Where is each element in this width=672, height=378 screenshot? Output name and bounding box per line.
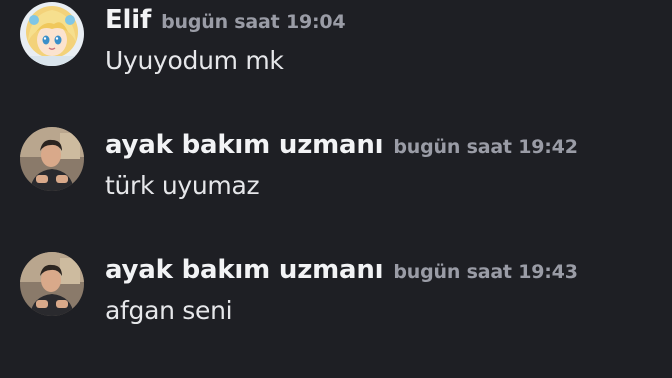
user-avatar-ayak-bakim-uzmani[interactable]: [20, 252, 84, 316]
username[interactable]: Elif: [105, 2, 151, 38]
message-content: afgan seni: [105, 296, 233, 325]
message-header: Elif bugün saat 19:04: [105, 2, 346, 38]
user-avatar-elif[interactable]: [20, 2, 84, 66]
message-header: ayak bakım uzmanı bugün saat 19:42: [105, 127, 578, 163]
message-timestamp: bugün saat 19:43: [393, 261, 578, 283]
message-timestamp: bugün saat 19:04: [161, 11, 346, 33]
chat-message: Elif bugün saat 19:04 Uyuyodum mk: [0, 2, 672, 112]
chat-message: ayak bakım uzmanı bugün saat 19:42 türk u…: [0, 127, 672, 237]
message-timestamp: bugün saat 19:42: [393, 136, 578, 158]
message-content: Uyuyodum mk: [105, 46, 284, 75]
username[interactable]: ayak bakım uzmanı: [105, 252, 384, 288]
chat-message-list: Elif bugün saat 19:04 Uyuyodum mk ayak ba…: [0, 0, 672, 378]
message-content: türk uyumaz: [105, 171, 260, 200]
chat-message: ayak bakım uzmanı bugün saat 19:43 afgan …: [0, 252, 672, 362]
man-photo-avatar-icon: [20, 252, 84, 316]
man-photo-avatar-icon: [20, 127, 84, 191]
message-header: ayak bakım uzmanı bugün saat 19:43: [105, 252, 578, 288]
anime-girl-avatar-icon: [20, 2, 84, 66]
user-avatar-ayak-bakim-uzmani[interactable]: [20, 127, 84, 191]
username[interactable]: ayak bakım uzmanı: [105, 127, 384, 163]
